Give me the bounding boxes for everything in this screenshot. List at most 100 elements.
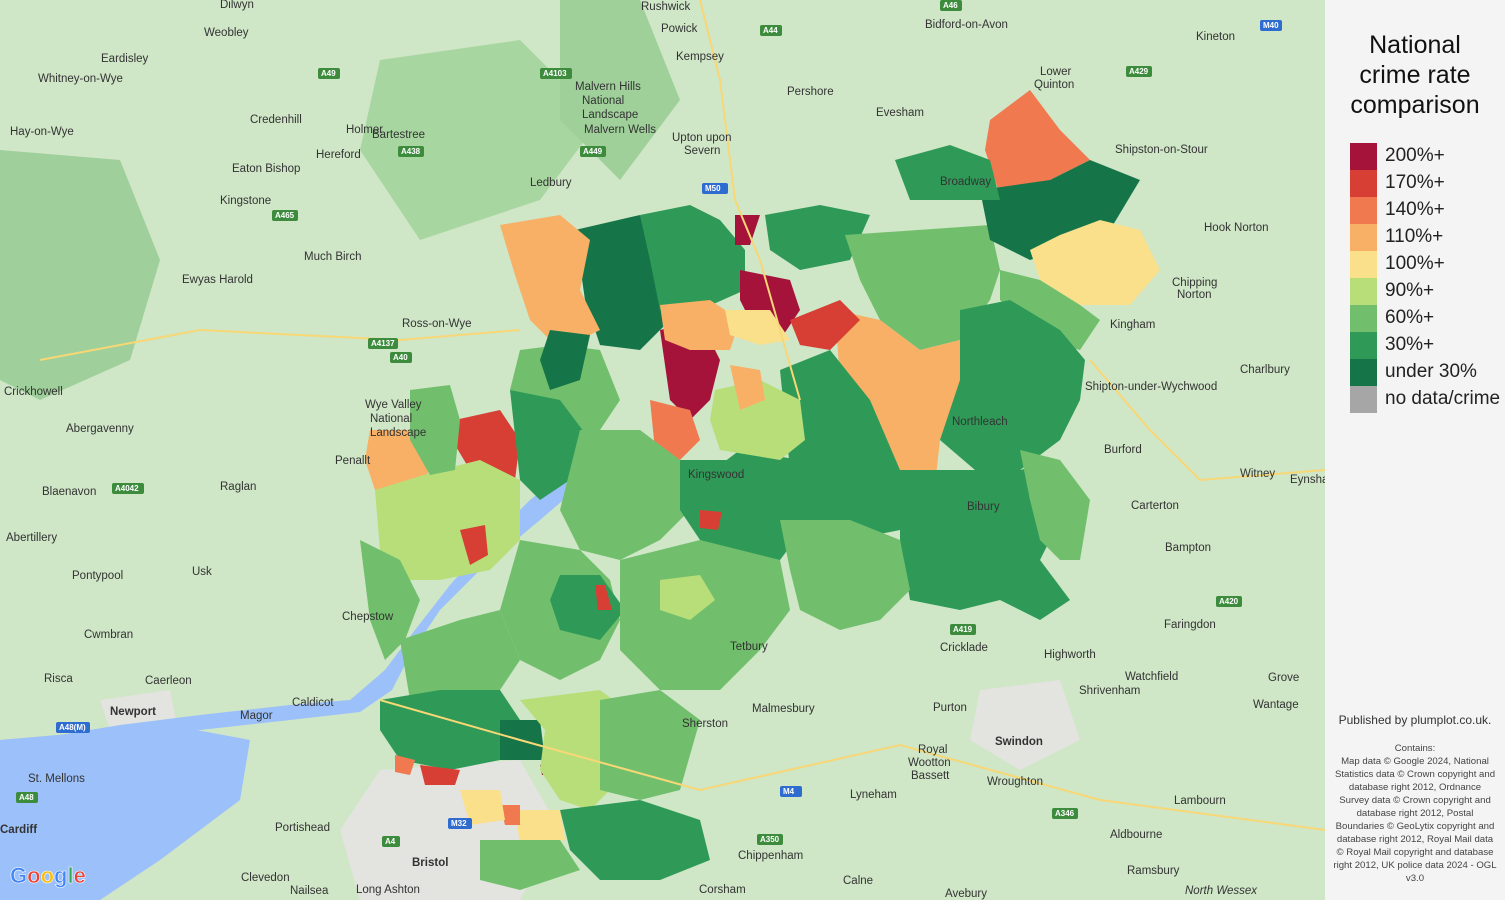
legend-title-line: comparison — [1350, 91, 1480, 119]
place-label: Upton upon — [672, 132, 731, 144]
place-label: Landscape — [370, 427, 426, 439]
place-label: Rushwick — [641, 1, 690, 13]
place-label: Bidford-on-Avon — [925, 19, 1008, 31]
place-label: Norton — [1177, 289, 1212, 301]
place-label: Hook Norton — [1204, 222, 1269, 234]
place-label: Cardiff — [0, 824, 37, 836]
place-label: Kingstone — [220, 195, 271, 207]
place-label: Kineton — [1196, 31, 1235, 43]
legend-swatch — [1350, 143, 1377, 170]
place-label: Chipping — [1172, 277, 1217, 289]
svg-text:A46: A46 — [943, 1, 958, 10]
place-label: Burford — [1104, 444, 1142, 456]
place-label: Dilwyn — [220, 0, 254, 11]
legend-item: 140%+ — [1350, 197, 1505, 224]
legend-swatch — [1350, 359, 1377, 386]
place-label: Raglan — [220, 481, 256, 493]
place-label: Credenhill — [250, 114, 302, 126]
place-label: Eaton Bishop — [232, 163, 300, 175]
svg-text:A346: A346 — [1055, 809, 1075, 818]
legend-label: no data/crime — [1385, 388, 1501, 409]
legend-item: 90%+ — [1350, 278, 1505, 305]
place-label: Aldbourne — [1110, 829, 1162, 841]
svg-text:M4: M4 — [783, 787, 795, 796]
place-label: Caldicot — [292, 697, 334, 709]
google-logo: Google — [10, 863, 86, 889]
place-label: Shipton-under-Wychwood — [1085, 381, 1217, 393]
place-label: National — [370, 413, 412, 425]
legend-label: 90%+ — [1385, 280, 1435, 301]
svg-text:M50: M50 — [705, 184, 721, 193]
place-label: Kingswood — [688, 469, 744, 481]
legend-label: 100%+ — [1385, 253, 1445, 274]
svg-text:A48: A48 — [19, 793, 34, 802]
legend-label: 30%+ — [1385, 334, 1435, 355]
place-label: Malvern Wells — [584, 124, 656, 136]
place-label: Abergavenny — [66, 423, 134, 435]
place-label: Ramsbury — [1127, 865, 1180, 877]
place-label: Evesham — [876, 107, 924, 119]
place-label: Ross-on-Wye — [402, 318, 472, 330]
crime-rate-map[interactable]: Dilwyn Rushwick Bidford-on-Avon Kineton … — [0, 0, 1325, 900]
place-label: Eynsham — [1290, 474, 1325, 486]
place-label: Chepstow — [342, 611, 394, 623]
place-label: Faringdon — [1164, 619, 1216, 631]
svg-text:A350: A350 — [760, 835, 780, 844]
legend-label: 110%+ — [1385, 226, 1444, 247]
svg-text:A48(M): A48(M) — [59, 723, 86, 732]
place-label: North Wessex — [1185, 885, 1258, 897]
place-label: Magor — [240, 710, 273, 722]
publisher-credit: Published by plumplot.co.uk. — [1338, 713, 1492, 727]
svg-text:A4042: A4042 — [115, 484, 139, 493]
place-label: Nailsea — [290, 885, 329, 897]
place-label: Witney — [1240, 468, 1275, 480]
svg-text:M32: M32 — [451, 819, 467, 828]
place-label: Shrivenham — [1079, 685, 1140, 697]
place-label: Wye Valley — [365, 399, 422, 411]
place-label: Portishead — [275, 822, 330, 834]
place-label: Kempsey — [676, 51, 724, 63]
place-label: Hereford — [316, 149, 361, 161]
place-label: Ledbury — [530, 177, 572, 189]
svg-text:Google: Google — [10, 863, 86, 888]
svg-text:A4103: A4103 — [543, 69, 567, 78]
legend-label: 60%+ — [1385, 307, 1435, 328]
place-label: Watchfield — [1125, 671, 1178, 683]
place-label: Pershore — [787, 86, 834, 98]
place-label: Bampton — [1165, 542, 1211, 554]
place-label: St. Mellons — [28, 773, 85, 785]
place-label: Broadway — [940, 176, 991, 188]
place-label: Pontypool — [72, 570, 123, 582]
place-label: Cricklade — [940, 642, 988, 654]
legend-swatch — [1350, 224, 1377, 251]
place-label: Carterton — [1131, 500, 1179, 512]
svg-text:A40: A40 — [393, 353, 408, 362]
place-label: Lyneham — [850, 789, 897, 801]
place-label: Kingham — [1110, 319, 1155, 331]
place-label: Lambourn — [1174, 795, 1226, 807]
place-label: Chippenham — [738, 850, 803, 862]
place-label: Crickhowell — [4, 386, 63, 398]
data-credits: Contains: Map data © Google 2024, Nation… — [1333, 742, 1497, 885]
place-label: Royal — [918, 744, 947, 756]
legend-item: 30%+ — [1350, 332, 1505, 359]
place-label: Corsham — [699, 884, 746, 896]
place-label: Tetbury — [730, 641, 768, 653]
legend-item: 60%+ — [1350, 305, 1505, 332]
place-label: Wroughton — [987, 776, 1043, 788]
legend-swatch — [1350, 386, 1377, 413]
svg-text:M40: M40 — [1263, 21, 1279, 30]
svg-text:A429: A429 — [1129, 67, 1149, 76]
place-label: Wantage — [1253, 699, 1299, 711]
place-label: Usk — [192, 566, 212, 578]
credits-heading: Contains: — [1394, 743, 1436, 754]
place-label: Bristol — [412, 857, 448, 869]
place-label: Hay-on-Wye — [10, 126, 74, 138]
place-label: Landscape — [582, 109, 638, 121]
place-label: Bassett — [911, 770, 950, 782]
place-label: National — [582, 95, 624, 107]
place-label: Avebury — [945, 888, 987, 900]
place-label: Ewyas Harold — [182, 274, 253, 286]
place-label: Whitney-on-Wye — [38, 73, 123, 85]
svg-text:A4137: A4137 — [371, 339, 395, 348]
